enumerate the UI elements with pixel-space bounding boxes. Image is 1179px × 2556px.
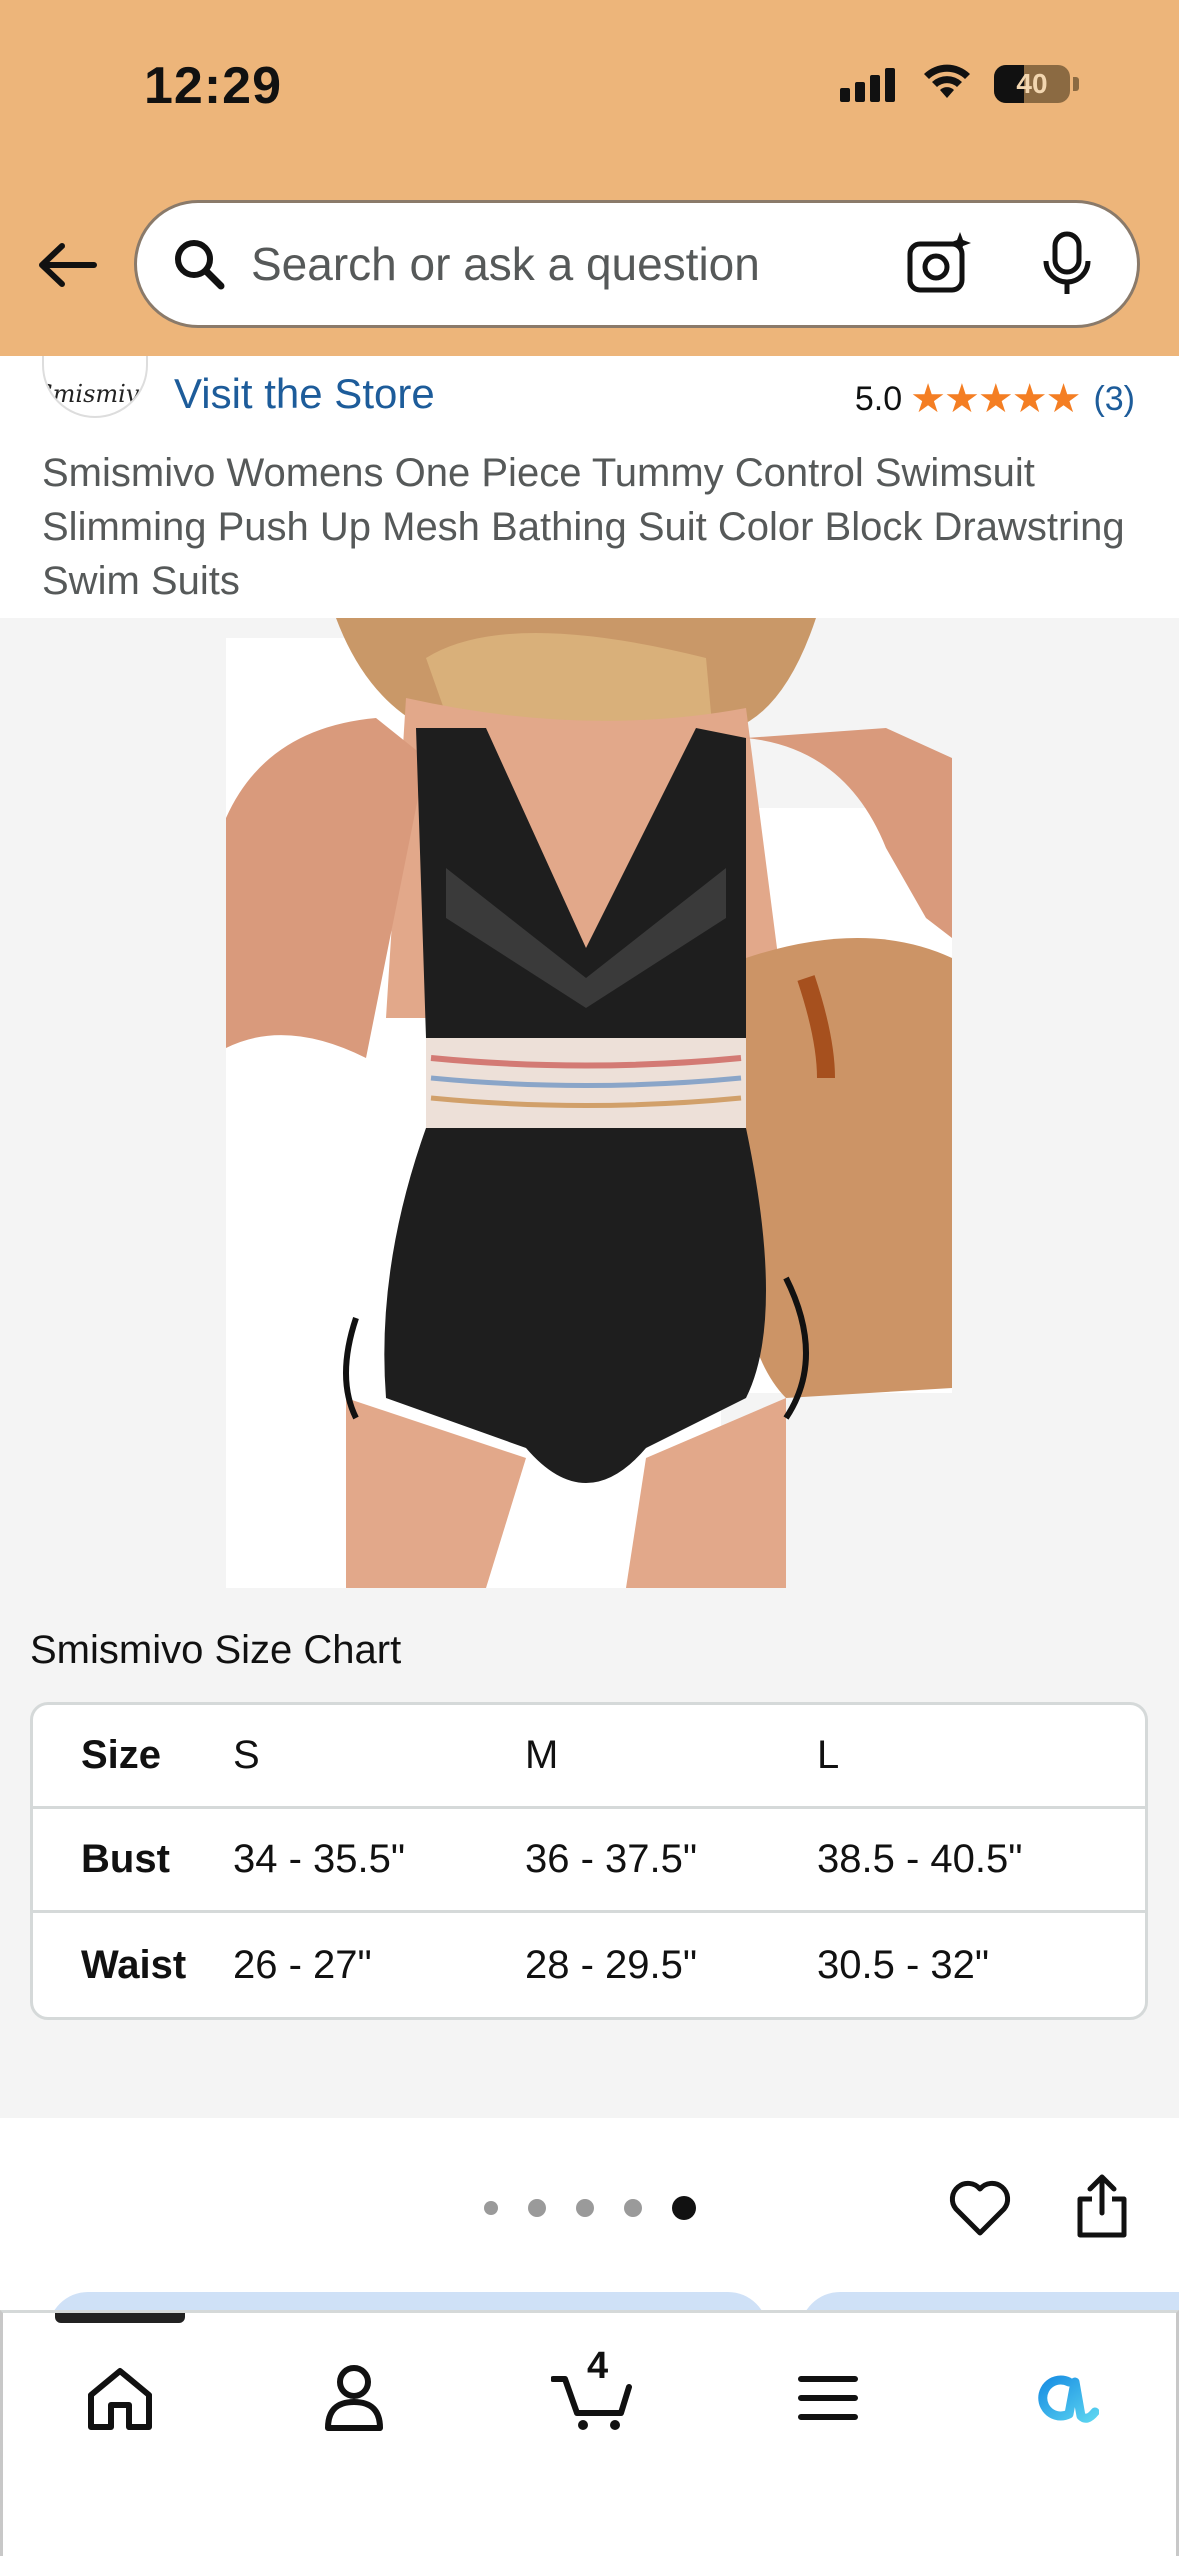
- signal-icon: [840, 66, 900, 102]
- nav-active-indicator: [55, 2313, 185, 2323]
- search-icon: [169, 234, 229, 294]
- product-title: Smismivo Womens One Piece Tummy Control …: [42, 451, 1125, 603]
- rating-count[interactable]: (3): [1093, 380, 1135, 419]
- search-bar[interactable]: Search or ask a question: [134, 200, 1140, 328]
- rufus-icon: [1038, 2375, 1099, 2423]
- size-chart-row: Size S M L: [33, 1705, 1145, 1809]
- gallery-dot[interactable]: [576, 2199, 594, 2217]
- menu-icon: [798, 2376, 858, 2420]
- size-chart-cell: 34 - 35.5": [233, 1837, 406, 1881]
- size-chart-cell: S: [233, 1733, 260, 1777]
- product-image[interactable]: [226, 618, 952, 1588]
- store-logo-text: Smismivo: [42, 380, 148, 408]
- status-icons: 40: [840, 62, 1079, 105]
- cart-count-badge: 4: [587, 2345, 609, 2387]
- share-button[interactable]: [1070, 2170, 1134, 2242]
- gallery-pagination[interactable]: [484, 2196, 696, 2220]
- size-chart-row: Bust 34 - 35.5" 36 - 37.5" 38.5 - 40.5": [33, 1809, 1145, 1913]
- store-logo[interactable]: Smismivo: [42, 356, 148, 418]
- wifi-icon: [922, 62, 972, 105]
- size-chart-cell: 30.5 - 32": [817, 1942, 990, 1987]
- nav-home[interactable]: [75, 2353, 165, 2443]
- home-icon: [88, 2368, 152, 2430]
- battery-level: 40: [1016, 67, 1048, 99]
- rating-value: 5.0: [854, 379, 903, 418]
- nav-rufus[interactable]: [1019, 2353, 1109, 2443]
- wishlist-button[interactable]: [946, 2174, 1014, 2242]
- back-arrow-icon: [39, 243, 97, 287]
- gallery-dot-active[interactable]: [672, 2196, 696, 2220]
- size-chart-row: Waist 26 - 27" 28 - 29.5" 30.5 - 32": [33, 1913, 1145, 2017]
- size-chart-cell: 28 - 29.5": [525, 1942, 698, 1987]
- star-rating-icon: ★★★★★: [910, 377, 1081, 421]
- gallery-dot[interactable]: [528, 2199, 546, 2217]
- microphone-icon[interactable]: [1037, 229, 1097, 299]
- back-button[interactable]: [32, 230, 102, 300]
- size-chart-cell: 36 - 37.5": [525, 1837, 698, 1881]
- gallery-dot[interactable]: [484, 2201, 498, 2215]
- bottom-nav: 4: [0, 2310, 1179, 2556]
- size-chart-cell: L: [817, 1733, 840, 1777]
- rating-summary[interactable]: 5.0 ★★★★★ (3): [855, 376, 1135, 422]
- nav-menu[interactable]: [783, 2353, 873, 2443]
- account-icon: [325, 2365, 383, 2431]
- size-chart-cell: M: [525, 1733, 559, 1777]
- nav-cart[interactable]: 4: [547, 2345, 637, 2443]
- size-chart-table: Size S M L Bust 34 - 35.5" 36 - 37.5" 38…: [30, 1702, 1148, 2020]
- camera-search-icon[interactable]: [905, 229, 975, 299]
- header-bar: 12:29 40 Search or ask a question: [0, 0, 1179, 356]
- size-chart-cell: Size: [81, 1733, 162, 1777]
- nav-account[interactable]: [309, 2353, 399, 2443]
- size-chart-cell: 38.5 - 40.5": [817, 1837, 1023, 1881]
- status-time: 12:29: [144, 57, 282, 115]
- gallery-dot[interactable]: [624, 2199, 642, 2217]
- size-chart-cell: Bust: [81, 1837, 170, 1881]
- product-gallery[interactable]: Smismivo Size Chart Size S M L Bust 34 -…: [0, 618, 1179, 2118]
- share-icon: [1077, 2174, 1127, 2238]
- heart-icon: [949, 2180, 1011, 2236]
- size-chart-cell: Waist: [81, 1942, 187, 1987]
- size-chart-title: Smismivo Size Chart: [30, 1628, 402, 1672]
- search-input[interactable]: Search or ask a question: [251, 237, 905, 291]
- battery-icon: 40: [994, 64, 1070, 103]
- visit-store-link[interactable]: Visit the Store: [174, 370, 435, 418]
- size-chart-cell: 26 - 27": [233, 1942, 372, 1987]
